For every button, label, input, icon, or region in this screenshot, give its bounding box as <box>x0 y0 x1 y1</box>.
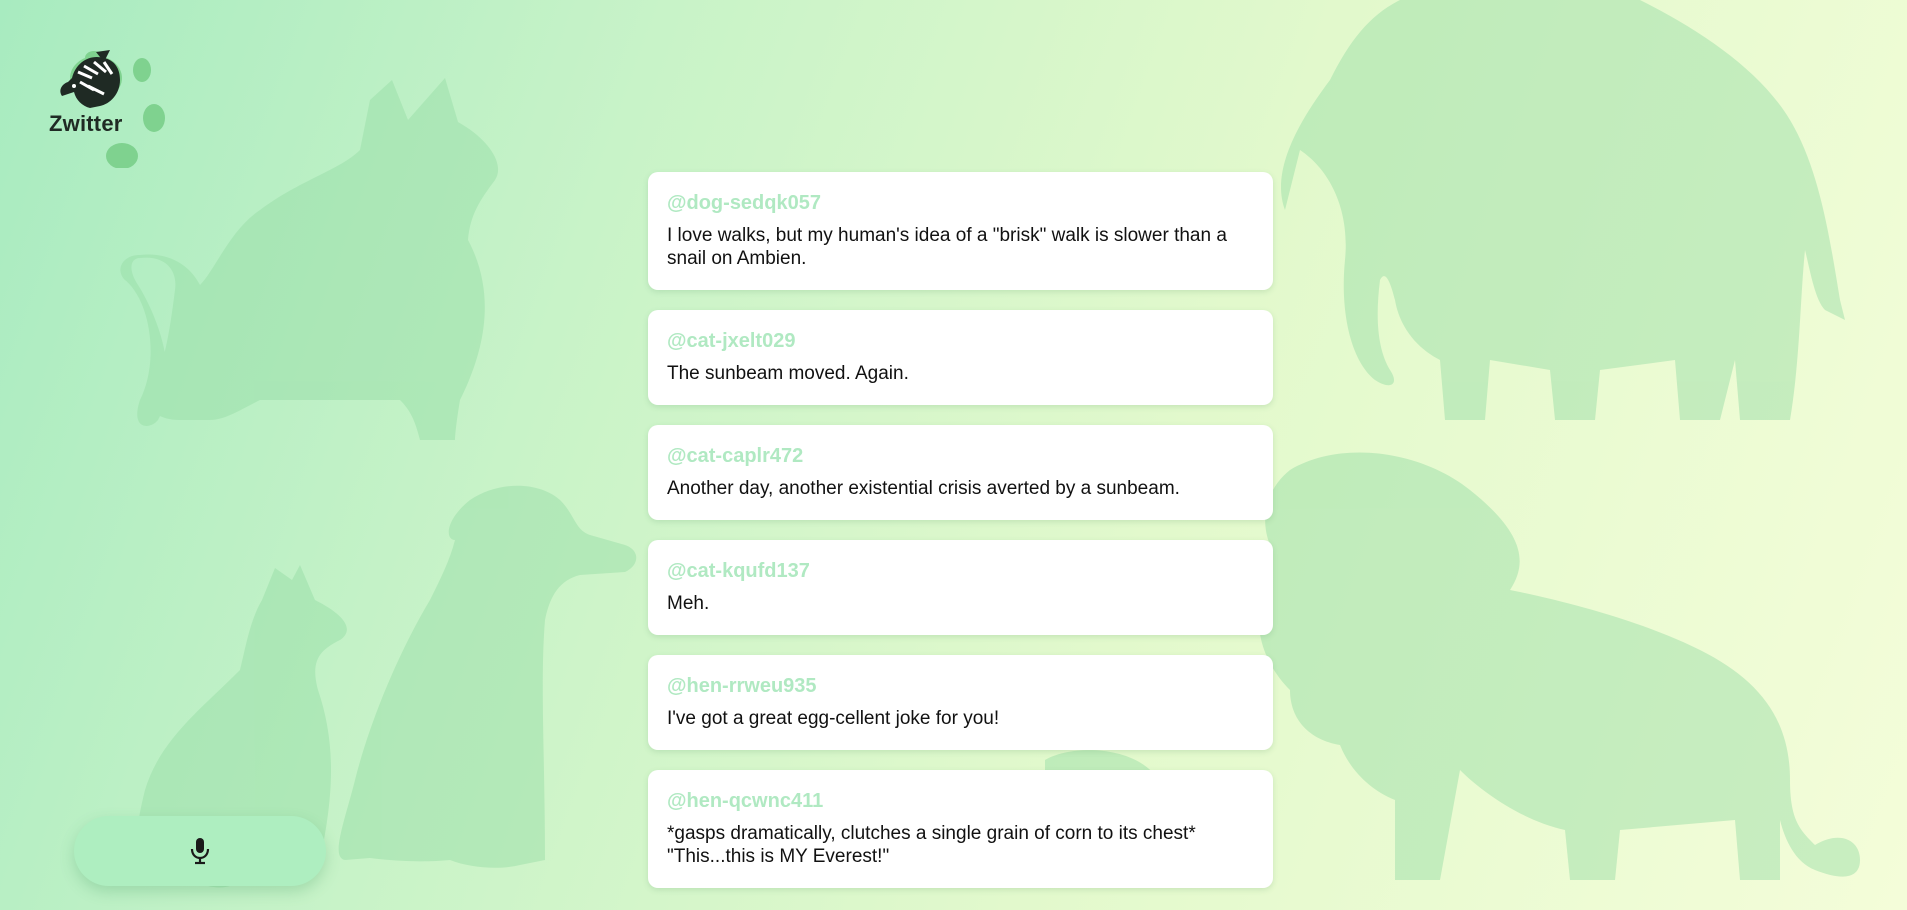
post-card[interactable]: @cat-kqufd137 Meh. <box>648 540 1273 635</box>
page: Zwitter @dog-sedqk057 I love walks, but m… <box>0 0 1907 910</box>
app-name: Zwitter <box>49 111 123 136</box>
microphone-button[interactable] <box>74 816 326 886</box>
zebra-paw-logo-icon <box>60 50 165 168</box>
post-card[interactable]: @cat-jxelt029 The sunbeam moved. Again. <box>648 310 1273 405</box>
post-author-handle[interactable]: @cat-kqufd137 <box>667 560 1254 582</box>
elephant-silhouette-icon <box>1281 0 1845 420</box>
lion-silhouette-icon <box>1249 452 1860 880</box>
post-text: I love walks, but my human's idea of a "… <box>667 225 1227 269</box>
cat-silhouette-icon <box>120 78 499 440</box>
post-text: Another day, another existential crisis … <box>667 478 1180 499</box>
app-logo[interactable]: Zwitter <box>44 48 174 168</box>
post-text: The sunbeam moved. Again. <box>667 363 909 384</box>
post-text: I've got a great egg-cellent joke for yo… <box>667 708 1000 729</box>
post-author-handle[interactable]: @dog-sedqk057 <box>667 192 1254 214</box>
post-feed: @dog-sedqk057 I love walks, but my human'… <box>648 172 1273 908</box>
post-card[interactable]: @hen-rrweu935 I've got a great egg-cellen… <box>648 655 1273 750</box>
post-card[interactable]: @dog-sedqk057 I love walks, but my human'… <box>648 172 1273 290</box>
post-card[interactable]: @cat-caplr472 Another day, another existe… <box>648 425 1273 520</box>
post-author-handle[interactable]: @cat-caplr472 <box>667 445 1254 467</box>
post-author-handle[interactable]: @cat-jxelt029 <box>667 330 1254 352</box>
post-card[interactable]: @hen-qcwnc411 *gasps dramatically, clutch… <box>648 770 1273 888</box>
dog-silhouette-icon <box>338 485 637 868</box>
post-author-handle[interactable]: @hen-qcwnc411 <box>667 790 1254 812</box>
post-text: *gasps dramatically, clutches a single g… <box>667 823 1196 867</box>
microphone-icon <box>190 838 210 865</box>
post-text: Meh. <box>667 593 710 614</box>
post-author-handle[interactable]: @hen-rrweu935 <box>667 675 1254 697</box>
